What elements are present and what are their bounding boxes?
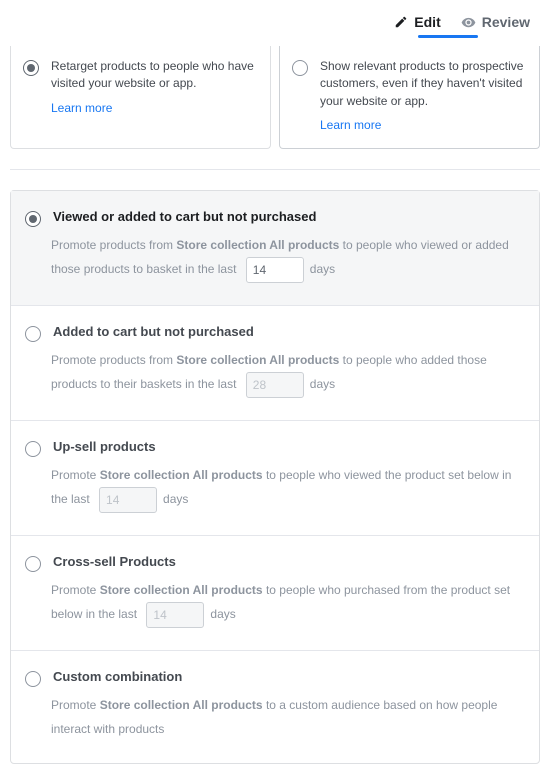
days-input-upsell[interactable]: 14 — [99, 487, 157, 513]
card-prospect[interactable]: Show relevant products to prospective cu… — [279, 46, 540, 149]
option-cross-desc: Promote Store collection All products to… — [25, 578, 525, 628]
option-added-desc: Promote products from Store collection A… — [25, 348, 525, 398]
pencil-icon — [394, 15, 408, 29]
tabs-bar: Edit Review — [10, 0, 540, 38]
card-prospect-text: Show relevant products to prospective cu… — [320, 58, 527, 110]
option-viewed-desc: Promote products from Store collection A… — [25, 233, 525, 283]
tab-review-label: Review — [482, 14, 530, 30]
radio-viewed-or-added[interactable] — [25, 211, 41, 227]
learn-more-prospect[interactable]: Learn more — [320, 118, 527, 132]
option-cross-sell[interactable]: Cross-sell Products Promote Store collec… — [11, 535, 539, 650]
radio-custom[interactable] — [25, 671, 41, 687]
tab-active-indicator — [418, 35, 478, 38]
days-input-cross[interactable]: 14 — [146, 602, 204, 628]
radio-prospect[interactable] — [292, 60, 308, 76]
option-custom[interactable]: Custom combination Promote Store collect… — [11, 650, 539, 763]
option-viewed-or-added[interactable]: Viewed or added to cart but not purchase… — [11, 191, 539, 305]
radio-upsell[interactable] — [25, 441, 41, 457]
option-upsell-desc: Promote Store collection All products to… — [25, 463, 525, 513]
days-input-added[interactable]: 28 — [246, 372, 304, 398]
option-cross-title: Cross-sell Products — [53, 554, 176, 569]
catalog-name: Store collection All products — [100, 468, 263, 482]
radio-cross-sell[interactable] — [25, 556, 41, 572]
card-retarget-text: Retarget products to people who have vis… — [51, 58, 258, 93]
catalog-name: Store collection All products — [100, 583, 263, 597]
card-retarget[interactable]: Retarget products to people who have vis… — [10, 46, 271, 149]
tab-edit-label: Edit — [414, 14, 440, 30]
option-added-to-cart[interactable]: Added to cart but not purchased Promote … — [11, 305, 539, 420]
catalog-name: Store collection All products — [100, 698, 263, 712]
option-viewed-title: Viewed or added to cart but not purchase… — [53, 209, 316, 224]
eye-icon — [461, 15, 476, 30]
catalog-name: Store collection All products — [176, 353, 339, 367]
radio-added-to-cart[interactable] — [25, 326, 41, 342]
option-upsell[interactable]: Up-sell products Promote Store collectio… — [11, 420, 539, 535]
option-custom-desc: Promote Store collection All products to… — [25, 693, 525, 741]
targeting-cards: Retarget products to people who have vis… — [10, 46, 540, 149]
radio-retarget[interactable] — [23, 60, 39, 76]
retarget-options-panel: Viewed or added to cart but not purchase… — [10, 190, 540, 764]
option-custom-title: Custom combination — [53, 669, 182, 684]
catalog-name: Store collection All products — [176, 238, 339, 252]
option-added-title: Added to cart but not purchased — [53, 324, 254, 339]
option-upsell-title: Up-sell products — [53, 439, 156, 454]
section-divider — [10, 169, 540, 170]
days-input-viewed[interactable] — [246, 257, 304, 283]
learn-more-retarget[interactable]: Learn more — [51, 101, 258, 115]
